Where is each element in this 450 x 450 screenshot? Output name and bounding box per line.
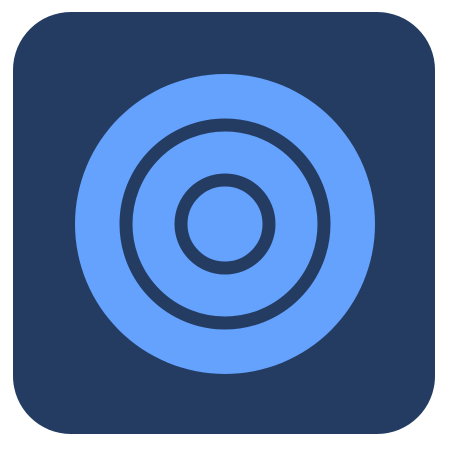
app-icon[interactable] [13,12,435,434]
icon-canvas [0,0,450,450]
target-icon [13,12,435,434]
